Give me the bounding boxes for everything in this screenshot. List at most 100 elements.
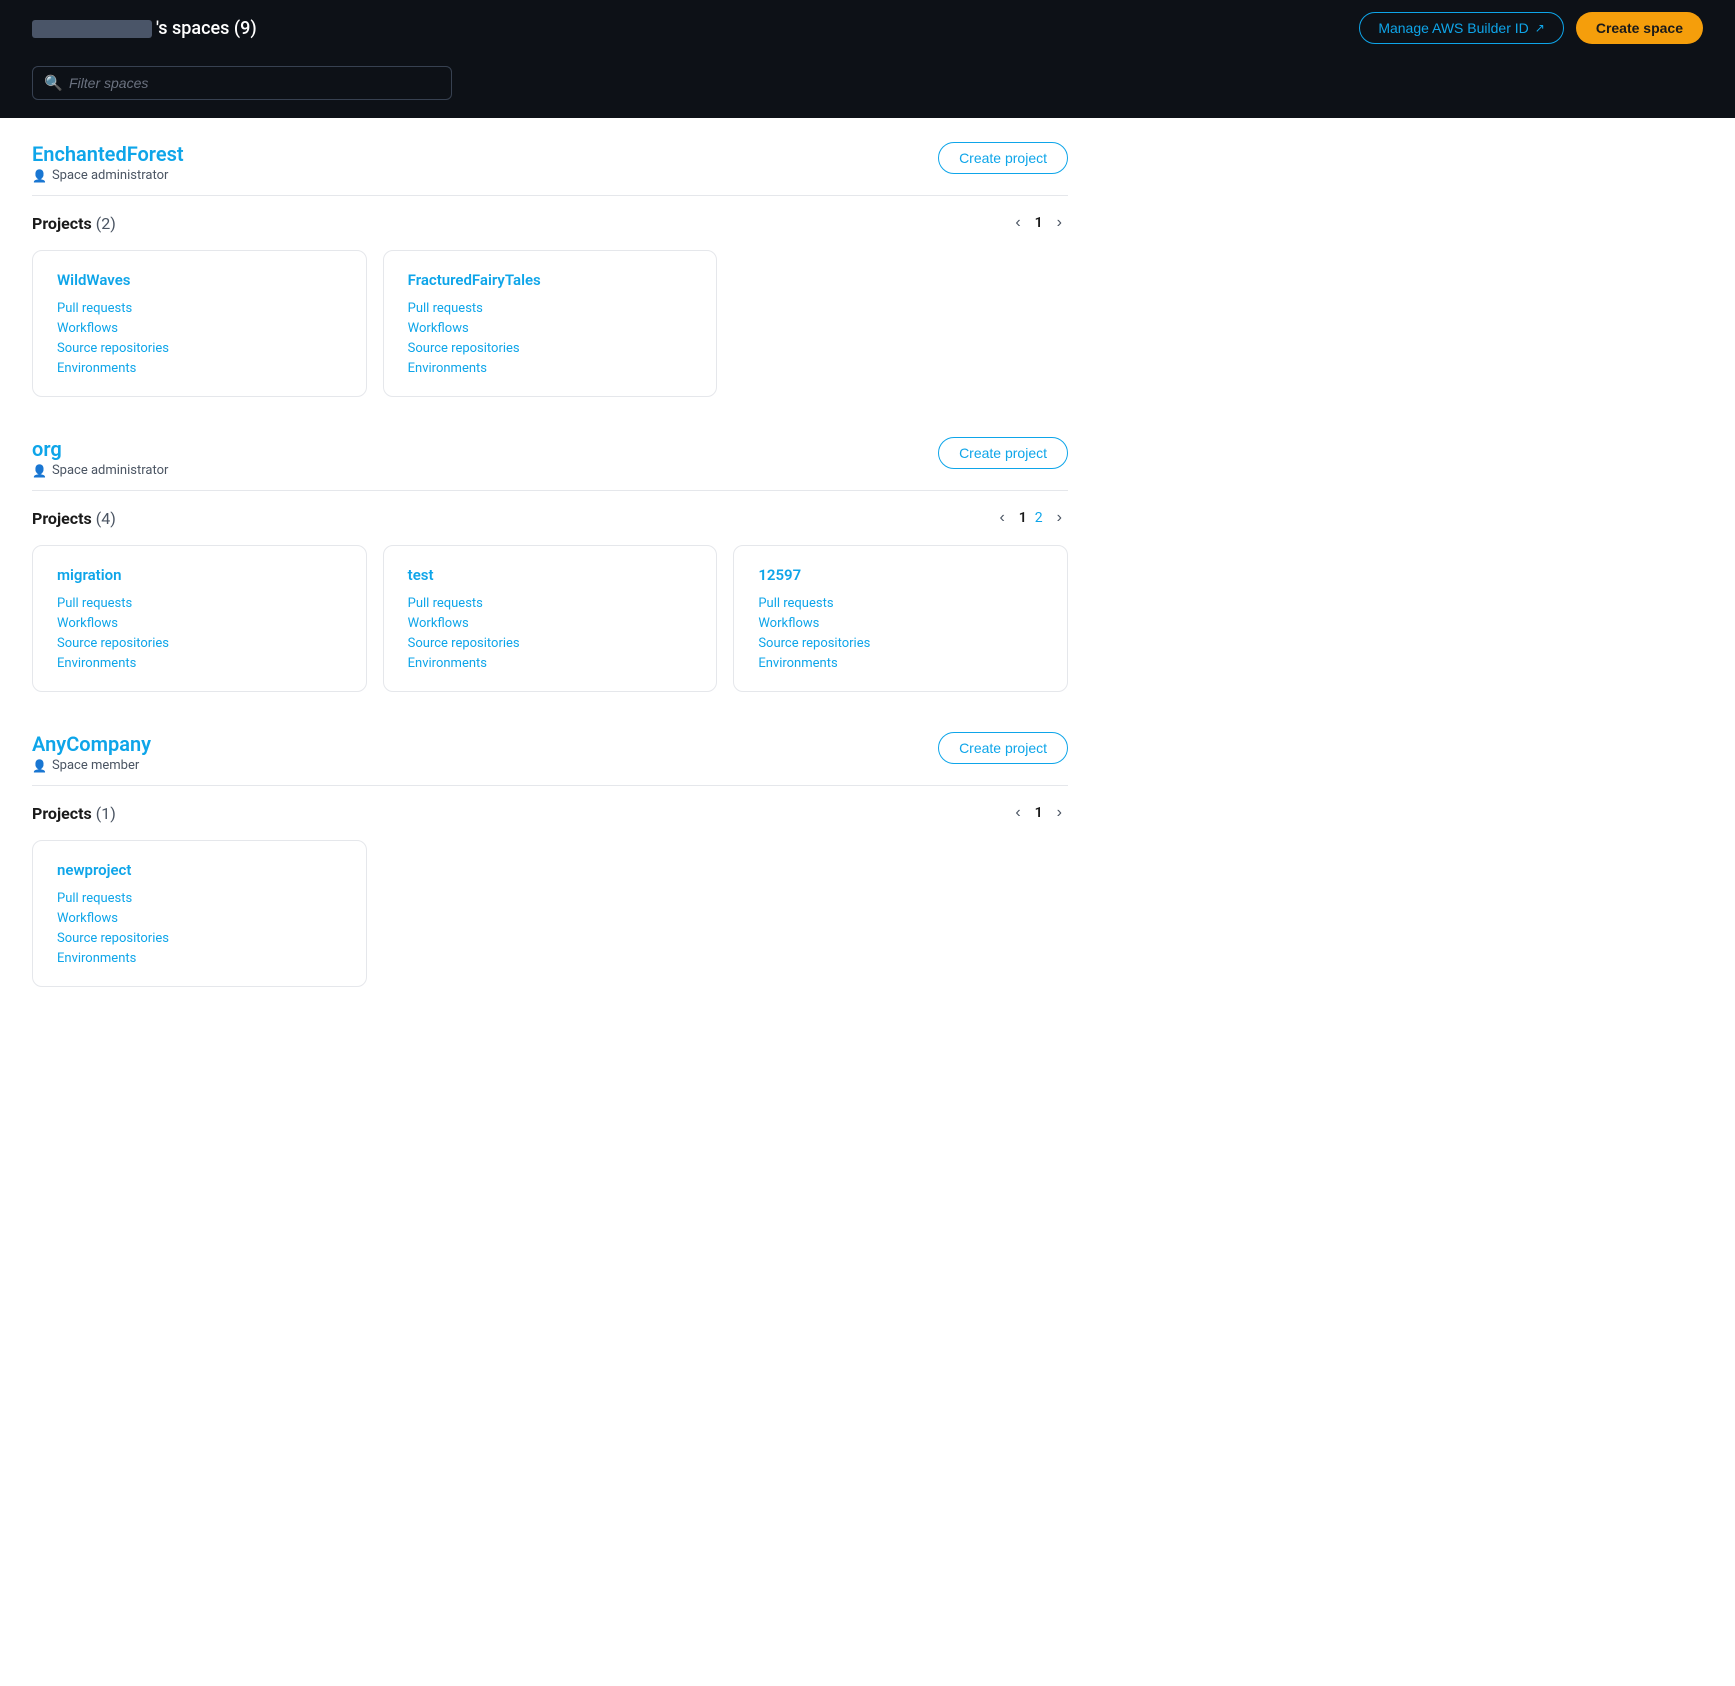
pagination-prev-button[interactable]: ‹ xyxy=(1009,802,1026,824)
search-icon: 🔍 xyxy=(44,74,63,92)
project-links: Pull requests Workflows Source repositorie… xyxy=(57,891,342,966)
pagination-prev-button[interactable]: ‹ xyxy=(993,507,1010,529)
project-name-fracturedfairytales[interactable]: FracturedFairyTales xyxy=(408,271,693,289)
title-suffix: 's spaces xyxy=(156,18,229,39)
projects-header-any-company: Projects (1) ‹ 1 › xyxy=(32,802,1068,824)
project-name-wildwaves[interactable]: WildWaves xyxy=(57,271,342,289)
project-link-source-repositories[interactable]: Source repositories xyxy=(57,931,342,946)
pagination-page-2[interactable]: 2 xyxy=(1035,510,1043,526)
project-card-test: test Pull requests Workflows Source reposit… xyxy=(383,545,718,692)
project-link-environments[interactable]: Environments xyxy=(57,361,342,376)
project-name-migration[interactable]: migration xyxy=(57,566,342,584)
project-links: Pull requests Workflows Source repositorie… xyxy=(57,301,342,376)
projects-label: Projects (1) xyxy=(32,804,116,823)
space-section-org: org Space administrator Create project Proj… xyxy=(32,437,1068,692)
create-space-label: Create space xyxy=(1596,20,1683,36)
pagination-next-button[interactable]: › xyxy=(1051,802,1068,824)
project-link-source-repositories[interactable]: Source repositories xyxy=(57,636,342,651)
project-card-12597: 12597 Pull requests Workflows Source reposi… xyxy=(733,545,1068,692)
section-divider xyxy=(32,195,1068,196)
space-name-wrap: AnyCompany Space member xyxy=(32,732,151,773)
space-role-org: Space administrator xyxy=(32,463,168,478)
project-link-environments[interactable]: Environments xyxy=(408,361,693,376)
project-link-pull-requests[interactable]: Pull requests xyxy=(57,596,342,611)
project-link-source-repositories[interactable]: Source repositories xyxy=(408,636,693,651)
pagination-prev-button[interactable]: ‹ xyxy=(1009,212,1026,234)
projects-grid-any-company: newproject Pull requests Workflows Source r… xyxy=(32,840,1068,987)
username-redacted xyxy=(32,20,152,38)
section-divider xyxy=(32,490,1068,491)
project-card-migration: migration Pull requests Workflows Source re… xyxy=(32,545,367,692)
project-link-workflows[interactable]: Workflows xyxy=(758,616,1043,631)
space-name-any-company[interactable]: AnyCompany xyxy=(32,732,151,756)
spaces-count: (9) xyxy=(234,18,257,39)
project-links: Pull requests Workflows Source repositorie… xyxy=(758,596,1043,671)
create-space-button[interactable]: Create space xyxy=(1576,12,1703,44)
space-role-any-company: Space member xyxy=(32,758,151,773)
project-link-environments[interactable]: Environments xyxy=(57,656,342,671)
project-link-source-repositories[interactable]: Source repositories xyxy=(57,341,342,356)
manage-builder-id-label: Manage AWS Builder ID xyxy=(1378,20,1528,36)
project-link-environments[interactable]: Environments xyxy=(57,951,342,966)
space-section-enchanted-forest: EnchantedForest Space administrator Create… xyxy=(32,142,1068,397)
external-link-icon: ↗ xyxy=(1535,21,1545,35)
project-link-workflows[interactable]: Workflows xyxy=(408,616,693,631)
project-link-workflows[interactable]: Workflows xyxy=(408,321,693,336)
space-name-enchanted-forest[interactable]: EnchantedForest xyxy=(32,142,184,166)
projects-header-enchanted-forest: Projects (2) ‹ 1 › xyxy=(32,212,1068,234)
project-link-pull-requests[interactable]: Pull requests xyxy=(57,301,342,316)
create-project-button-enchanted-forest[interactable]: Create project xyxy=(938,142,1068,174)
pagination-any-company: ‹ 1 › xyxy=(1009,802,1068,824)
filter-spaces-input[interactable] xyxy=(32,66,452,100)
manage-builder-id-button[interactable]: Manage AWS Builder ID ↗ xyxy=(1359,12,1564,44)
create-project-button-org[interactable]: Create project xyxy=(938,437,1068,469)
space-header-org: org Space administrator Create project xyxy=(32,437,1068,478)
project-name-12597[interactable]: 12597 xyxy=(758,566,1043,584)
project-name-newproject[interactable]: newproject xyxy=(57,861,342,879)
project-link-workflows[interactable]: Workflows xyxy=(57,616,342,631)
project-card-fracturedfairytales: FracturedFairyTales Pull requests Workflow… xyxy=(383,250,718,397)
space-role-enchanted-forest: Space administrator xyxy=(32,168,184,183)
project-link-environments[interactable]: Environments xyxy=(408,656,693,671)
pagination-org: ‹ 12 › xyxy=(993,507,1068,529)
projects-label: Projects (4) xyxy=(32,509,116,528)
projects-count: (4) xyxy=(96,509,116,528)
project-link-pull-requests[interactable]: Pull requests xyxy=(57,891,342,906)
pagination-next-button[interactable]: › xyxy=(1051,212,1068,234)
space-name-org[interactable]: org xyxy=(32,437,62,461)
project-link-environments[interactable]: Environments xyxy=(758,656,1043,671)
create-project-button-any-company[interactable]: Create project xyxy=(938,732,1068,764)
space-header-enchanted-forest: EnchantedForest Space administrator Create… xyxy=(32,142,1068,183)
projects-count: (1) xyxy=(96,804,116,823)
projects-label: Projects (2) xyxy=(32,214,116,233)
projects-grid-org: migration Pull requests Workflows Source re… xyxy=(32,545,1068,692)
top-bar-actions: Manage AWS Builder ID ↗ Create space xyxy=(1359,12,1703,44)
pagination-current-page: 1 xyxy=(1035,215,1043,231)
project-link-source-repositories[interactable]: Source repositories xyxy=(758,636,1043,651)
project-link-workflows[interactable]: Workflows xyxy=(57,911,342,926)
project-links: Pull requests Workflows Source repositorie… xyxy=(408,301,693,376)
projects-grid-enchanted-forest: WildWaves Pull requests Workflows Source re… xyxy=(32,250,1068,397)
project-card-wildwaves: WildWaves Pull requests Workflows Source re… xyxy=(32,250,367,397)
project-link-source-repositories[interactable]: Source repositories xyxy=(408,341,693,356)
project-link-pull-requests[interactable]: Pull requests xyxy=(408,301,693,316)
project-link-workflows[interactable]: Workflows xyxy=(57,321,342,336)
space-section-any-company: AnyCompany Space member Create project Proj… xyxy=(32,732,1068,987)
space-header-any-company: AnyCompany Space member Create project xyxy=(32,732,1068,773)
main-content: EnchantedForest Space administrator Create… xyxy=(0,118,1100,1051)
space-name-wrap: EnchantedForest Space administrator xyxy=(32,142,184,183)
project-link-pull-requests[interactable]: Pull requests xyxy=(408,596,693,611)
filter-input-wrap: 🔍 xyxy=(32,66,452,100)
page-title: 's spaces (9) xyxy=(32,18,257,39)
project-link-pull-requests[interactable]: Pull requests xyxy=(758,596,1043,611)
project-card-newproject: newproject Pull requests Workflows Source r… xyxy=(32,840,367,987)
pagination-current-page: 1 xyxy=(1035,805,1043,821)
project-name-test[interactable]: test xyxy=(408,566,693,584)
section-divider xyxy=(32,785,1068,786)
projects-count: (2) xyxy=(96,214,116,233)
filter-bar: 🔍 xyxy=(0,56,1735,118)
pagination-next-button[interactable]: › xyxy=(1051,507,1068,529)
project-links: Pull requests Workflows Source repositorie… xyxy=(408,596,693,671)
pagination-enchanted-forest: ‹ 1 › xyxy=(1009,212,1068,234)
pagination-current-page: 1 xyxy=(1019,510,1027,526)
